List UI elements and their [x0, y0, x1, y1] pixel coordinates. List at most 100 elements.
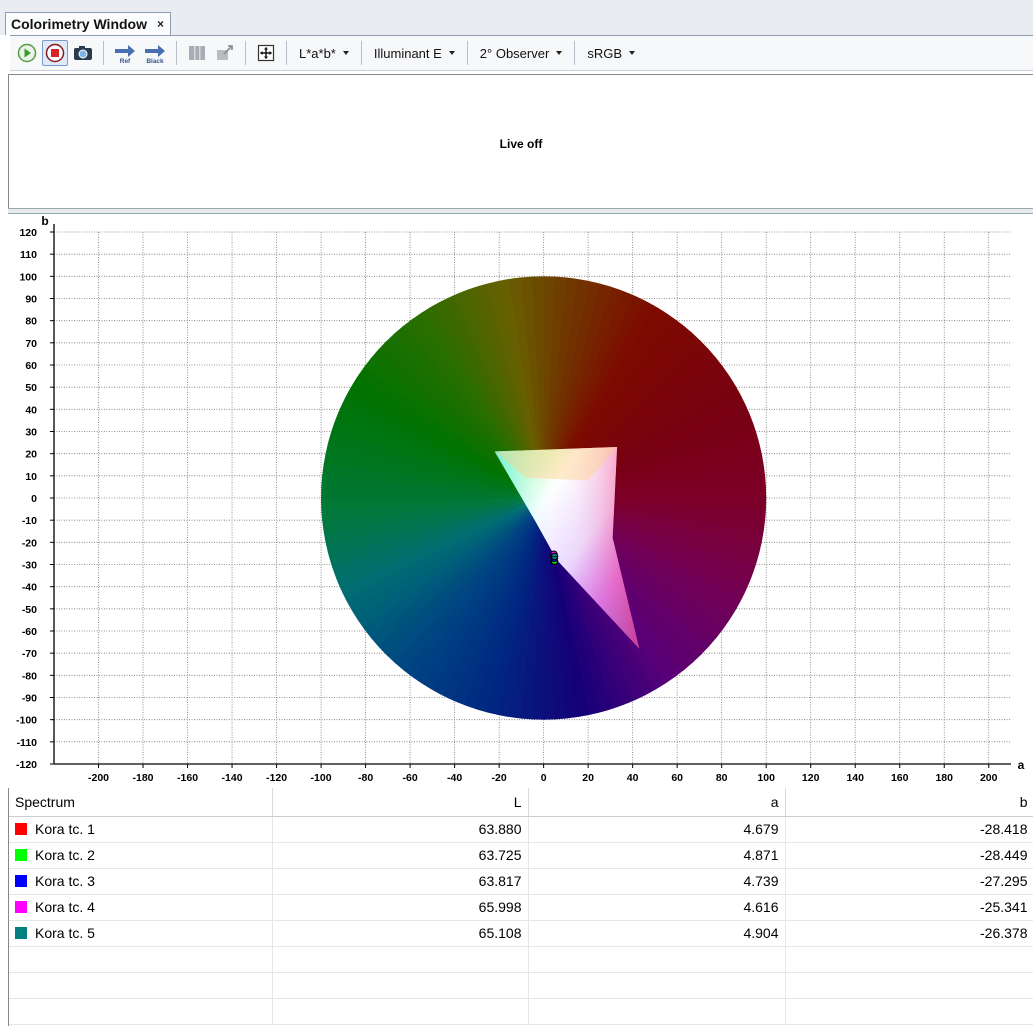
empty-cell: [9, 998, 273, 1025]
empty-cell: [785, 998, 1033, 1025]
observer-dropdown[interactable]: 2° Observer: [474, 40, 569, 66]
y-tick-label: -120: [16, 759, 37, 771]
zoom-fit-button[interactable]: [253, 40, 279, 66]
y-tick-label: 90: [25, 294, 37, 306]
play-button[interactable]: [14, 40, 40, 66]
toolbar-separator: [466, 41, 468, 65]
svg-text:Black: Black: [146, 58, 164, 64]
toolbar: Ref Black L*a*b* Illuminant E 2° Observe…: [10, 35, 1033, 71]
empty-cell: [528, 946, 786, 973]
stop-icon: [45, 43, 65, 63]
empty-row: [9, 998, 1033, 1025]
table-body: Kora tc. 1 63.880 4.679 -28.418 Kora tc. 2 63…: [9, 816, 1033, 1025]
x-tick-label: 140: [846, 772, 864, 784]
table-header-row: Spectrum L a b: [9, 788, 1033, 817]
rgb-space-dropdown[interactable]: sRGB: [581, 40, 641, 66]
value-cell-a: 4.904: [528, 920, 786, 947]
chevron-down-icon: [448, 51, 455, 55]
table-row[interactable]: Kora tc. 4 65.998 4.616 -25.341: [9, 894, 1033, 921]
x-tick-label: -120: [266, 772, 287, 784]
y-tick-label: -70: [22, 648, 37, 660]
value-cell-a: 4.616: [528, 894, 786, 921]
column-header-l[interactable]: L: [272, 788, 529, 817]
table-row[interactable]: Kora tc. 3 63.817 4.739 -27.295: [9, 868, 1033, 895]
x-tick-label: -40: [447, 772, 462, 784]
spectrum-name: Kora tc. 2: [35, 847, 95, 863]
empty-cell: [9, 972, 273, 999]
spectrum-name: Kora tc. 5: [35, 925, 95, 941]
y-tick-label: -100: [16, 715, 37, 727]
value-cell-b: -27.295: [785, 868, 1033, 895]
empty-cell: [785, 972, 1033, 999]
snapshot-button[interactable]: [70, 40, 96, 66]
y-tick-label: 50: [25, 382, 37, 394]
color-swatch: [15, 849, 27, 861]
empty-cell: [785, 946, 1033, 973]
y-tick-label: -80: [22, 670, 37, 682]
live-panel: Live off: [8, 74, 1033, 211]
y-tick-label: -50: [22, 604, 37, 616]
empty-row: [9, 946, 1033, 973]
ref-arrow-icon: Ref: [115, 45, 135, 64]
color-swatch: [15, 927, 27, 939]
zoom-fit-icon: [257, 44, 275, 62]
columns-icon: [189, 46, 205, 60]
observer-label: 2° Observer: [479, 45, 550, 61]
y-tick-label: 80: [25, 316, 37, 328]
empty-cell: [528, 998, 786, 1025]
column-header-b[interactable]: b: [785, 788, 1033, 817]
columns-button[interactable]: [184, 40, 210, 66]
spectrum-cell: Kora tc. 4: [9, 894, 273, 921]
tab-title: Colorimetry Window: [11, 16, 147, 32]
live-status: Live off: [499, 137, 543, 151]
tab-colorimetry-window[interactable]: Colorimetry Window ×: [5, 12, 172, 35]
empty-cell: [9, 946, 273, 973]
svg-text:Ref: Ref: [120, 58, 131, 64]
x-tick-label: -160: [177, 772, 198, 784]
y-tick-label: -20: [22, 537, 37, 549]
table-row[interactable]: Kora tc. 5 65.108 4.904 -26.378: [9, 920, 1033, 947]
x-tick-label: 20: [582, 772, 594, 784]
stop-button[interactable]: [42, 40, 68, 66]
table-row[interactable]: Kora tc. 1 63.880 4.679 -28.418: [9, 816, 1033, 843]
empty-cell: [528, 972, 786, 999]
chevron-down-icon: [556, 51, 563, 55]
y-tick-label: 0: [31, 493, 37, 505]
value-cell-b: -25.341: [785, 894, 1033, 921]
toolbar-separator: [245, 41, 246, 65]
illuminant-label: Illuminant E: [373, 45, 442, 61]
illuminant-dropdown[interactable]: Illuminant E: [368, 40, 461, 66]
store-black-button[interactable]: Black: [141, 40, 169, 66]
camera-icon: [74, 46, 92, 60]
spectrum-name: Kora tc. 4: [35, 899, 95, 915]
export-button[interactable]: [212, 40, 238, 66]
value-cell-a: 4.739: [528, 868, 786, 895]
sample-points: [549, 550, 559, 565]
store-reference-button[interactable]: Ref: [111, 40, 139, 66]
x-tick-label: 40: [627, 772, 639, 784]
empty-cell: [272, 998, 529, 1025]
column-header-a[interactable]: a: [528, 788, 786, 817]
close-icon[interactable]: ×: [157, 17, 164, 31]
y-tick-label: -60: [22, 626, 37, 638]
toolbar-separator: [360, 41, 362, 65]
value-cell-l: 65.108: [272, 920, 529, 947]
export-icon: [217, 45, 233, 60]
y-tick-label: -90: [22, 693, 37, 705]
spectrum-cell: Kora tc. 2: [9, 842, 273, 869]
y-tick-label: 60: [25, 360, 37, 372]
y-tick-label: 110: [20, 249, 37, 261]
spectrum-name: Kora tc. 1: [35, 821, 95, 837]
black-arrow-icon: Black: [145, 45, 165, 64]
x-tick-label: 180: [935, 772, 953, 784]
color-space-dropdown[interactable]: L*a*b*: [293, 40, 355, 66]
spectrum-cell: Kora tc. 3: [9, 868, 273, 895]
column-header-spectrum[interactable]: Spectrum: [9, 788, 273, 817]
value-cell-a: 4.871: [528, 842, 786, 869]
toolbar-separator: [103, 41, 104, 65]
y-tick-label: 120: [19, 227, 37, 239]
results-table: Spectrum L a b Kora tc. 1 63.880 4.679 -28.…: [8, 788, 1033, 1026]
table-row[interactable]: Kora tc. 2 63.725 4.871 -28.449: [9, 842, 1033, 869]
chevron-down-icon: [342, 51, 349, 55]
x-tick-label: 60: [671, 772, 683, 784]
